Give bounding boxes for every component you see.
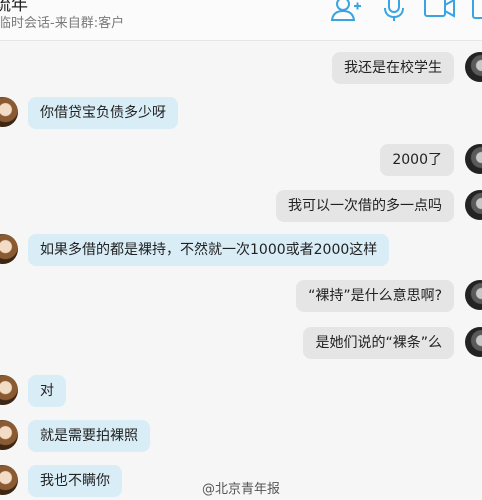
message-outgoing: 是她们说的“裸条”么 (0, 327, 482, 359)
message-bubble: “裸持”是什么意思啊? (296, 280, 454, 312)
message-incoming: 你借贷宝负债多少呀 (0, 97, 482, 129)
message-outgoing: 2000了 (0, 144, 482, 176)
message-bubble: 如果多借的都是裸持，不然就一次1000或者2000这样 (28, 234, 390, 266)
contact-avatar[interactable] (0, 420, 18, 450)
watermark: @北京青年报 (202, 482, 281, 497)
user-avatar[interactable] (465, 327, 482, 357)
message-bubble: 我也不瞒你 (28, 465, 122, 497)
message-outgoing: 我可以一次借的多一点吗 (0, 190, 482, 222)
message-incoming: 如果多借的都是裸持，不然就一次1000或者2000这样 (0, 234, 482, 266)
message-incoming: 对 (0, 375, 482, 407)
session-info: 临时会话-来自群:客户 (0, 16, 125, 31)
message-bubble: 对 (28, 375, 66, 407)
message-incoming: 就是需要拍裸照 (0, 420, 482, 452)
message-outgoing: “裸持”是什么意思啊? (0, 280, 482, 312)
message-bubble: 我还是在校学生 (332, 52, 454, 84)
message-bubble: 我可以一次借的多一点吗 (276, 190, 454, 222)
more-icon[interactable] (472, 0, 482, 22)
contact-avatar[interactable] (0, 465, 18, 495)
add-contact-icon[interactable] (330, 0, 362, 22)
message-bubble: 就是需要拍裸照 (28, 420, 150, 452)
user-avatar[interactable] (465, 280, 482, 310)
message-outgoing: 我还是在校学生 (0, 52, 482, 84)
contact-avatar[interactable] (0, 375, 18, 405)
user-avatar[interactable] (465, 190, 482, 220)
microphone-icon[interactable] (381, 0, 407, 22)
message-bubble: 是她们说的“裸条”么 (303, 327, 454, 359)
contact-avatar[interactable] (0, 97, 18, 127)
user-avatar[interactable] (465, 144, 482, 174)
user-avatar[interactable] (465, 52, 482, 82)
video-call-icon[interactable] (424, 0, 456, 20)
contact-avatar[interactable] (0, 234, 18, 264)
message-bubble: 2000了 (380, 144, 454, 176)
chat-header: 琉年 临时会话-来自群:客户 (0, 0, 482, 41)
message-bubble: 你借贷宝负债多少呀 (28, 97, 178, 129)
